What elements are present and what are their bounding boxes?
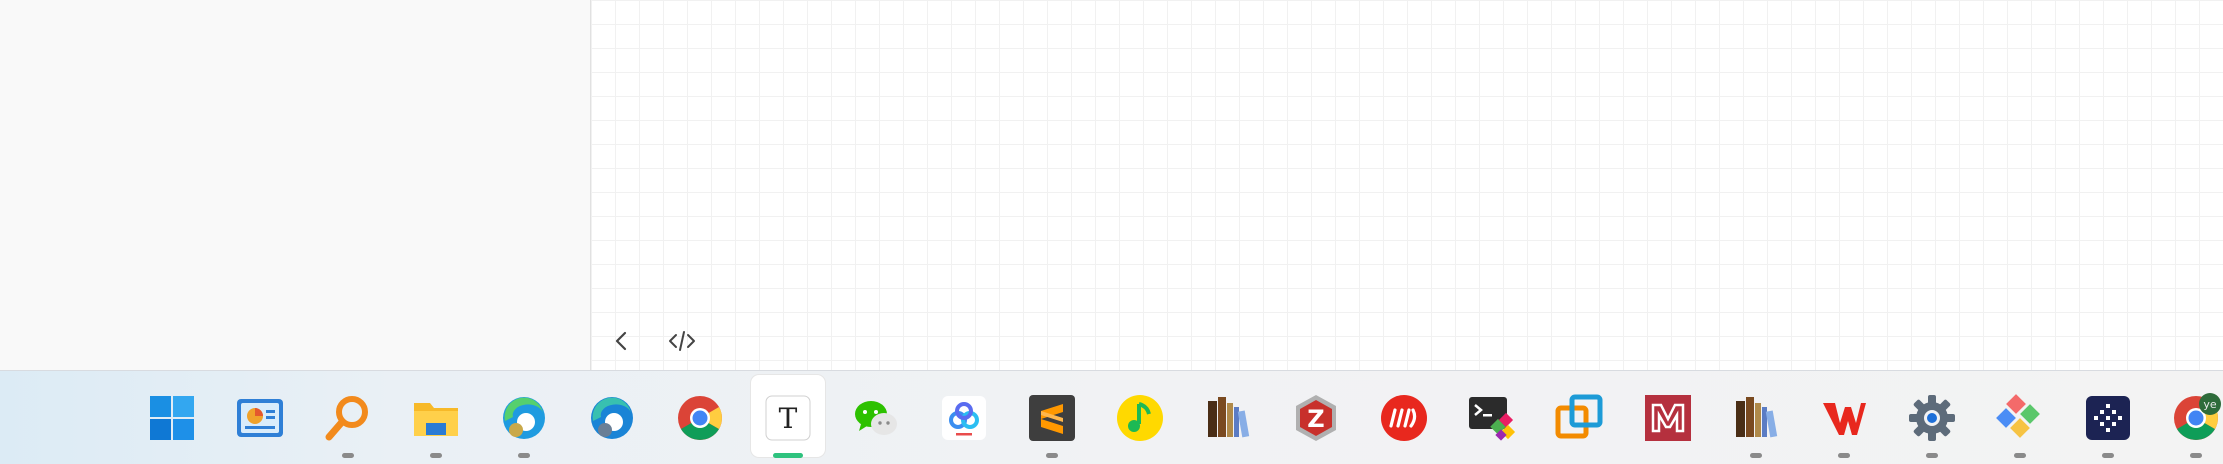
red-app-button[interactable]	[1367, 371, 1441, 464]
typora-button[interactable]: T	[751, 371, 825, 464]
baidu-netdisk-button[interactable]	[927, 371, 1001, 464]
vmware-icon	[1555, 394, 1603, 438]
source-code-button[interactable]	[664, 323, 700, 359]
gear-icon	[1909, 394, 1955, 441]
wechat-icon	[855, 400, 897, 435]
profile-badge: ye	[2203, 398, 2217, 411]
running-indicator	[430, 453, 442, 458]
editor-canvas[interactable]	[591, 0, 2223, 370]
dark-app-button[interactable]	[2071, 371, 2145, 464]
running-indicator	[2014, 453, 2026, 458]
zotero-button[interactable]: Z	[1279, 371, 1353, 464]
chrome-button[interactable]	[663, 371, 737, 464]
active-indicator	[773, 453, 803, 458]
chevron-left-icon	[615, 331, 627, 351]
edge-profile-icon	[591, 396, 633, 439]
music-note-icon	[1117, 394, 1163, 441]
taskbar: T Z ye	[0, 370, 2223, 464]
zotero-icon: Z	[1296, 394, 1336, 441]
chrome-icon	[678, 395, 722, 440]
books-icon	[1208, 396, 1250, 437]
running-indicator	[2190, 453, 2202, 458]
search-button[interactable]	[311, 371, 385, 464]
edge-profile-icon	[503, 396, 545, 439]
edge-canary-button[interactable]	[487, 371, 561, 464]
wps-icon	[1823, 402, 1866, 435]
file-explorer-button[interactable]	[399, 371, 473, 464]
start-button[interactable]	[135, 371, 209, 464]
running-indicator	[518, 453, 530, 458]
diamond-icon	[1996, 393, 2040, 438]
running-indicator	[2102, 453, 2114, 458]
red-logo-icon	[1381, 394, 1427, 441]
running-indicator	[1750, 453, 1762, 458]
git-extensions-button[interactable]	[1983, 371, 2057, 464]
edge-beta-button[interactable]	[575, 371, 649, 464]
vmware-button[interactable]	[1543, 371, 1617, 464]
running-indicator	[1046, 453, 1058, 458]
sublime-icon	[1029, 394, 1075, 441]
typora-letter: T	[779, 402, 798, 435]
back-button[interactable]	[604, 323, 640, 359]
mendeley-button[interactable]	[1631, 371, 1705, 464]
calibre-button[interactable]	[1191, 371, 1265, 464]
calibre-viewer-button[interactable]	[1719, 371, 1793, 464]
running-indicator	[342, 453, 354, 458]
typora-icon: T	[765, 395, 811, 440]
zotero-letter: Z	[1307, 405, 1324, 433]
running-indicator	[1838, 453, 1850, 458]
qq-music-button[interactable]	[1103, 371, 1177, 464]
widgets-icon	[237, 398, 283, 437]
wechat-button[interactable]	[839, 371, 913, 464]
magnifier-icon	[325, 395, 368, 440]
mendeley-icon	[1645, 394, 1691, 441]
sublime-text-button[interactable]	[1015, 371, 1089, 464]
chrome-profile-button[interactable]: ye	[2159, 371, 2223, 464]
folder-icon	[414, 402, 458, 436]
terminal-icon	[1469, 396, 1516, 441]
windows-logo-icon	[150, 395, 194, 440]
widgets-button[interactable]	[223, 371, 297, 464]
running-indicator	[1926, 453, 1938, 458]
windows-terminal-button[interactable]	[1455, 371, 1529, 464]
wps-office-button[interactable]	[1807, 371, 1881, 464]
books-icon	[1736, 396, 1778, 437]
chrome-icon: ye	[2174, 392, 2221, 440]
settings-button[interactable]	[1895, 371, 1969, 464]
code-icon	[669, 331, 695, 351]
sidebar-panel	[0, 0, 591, 370]
cloud-icon	[942, 395, 986, 440]
dotted-diamond-icon	[2086, 395, 2130, 440]
